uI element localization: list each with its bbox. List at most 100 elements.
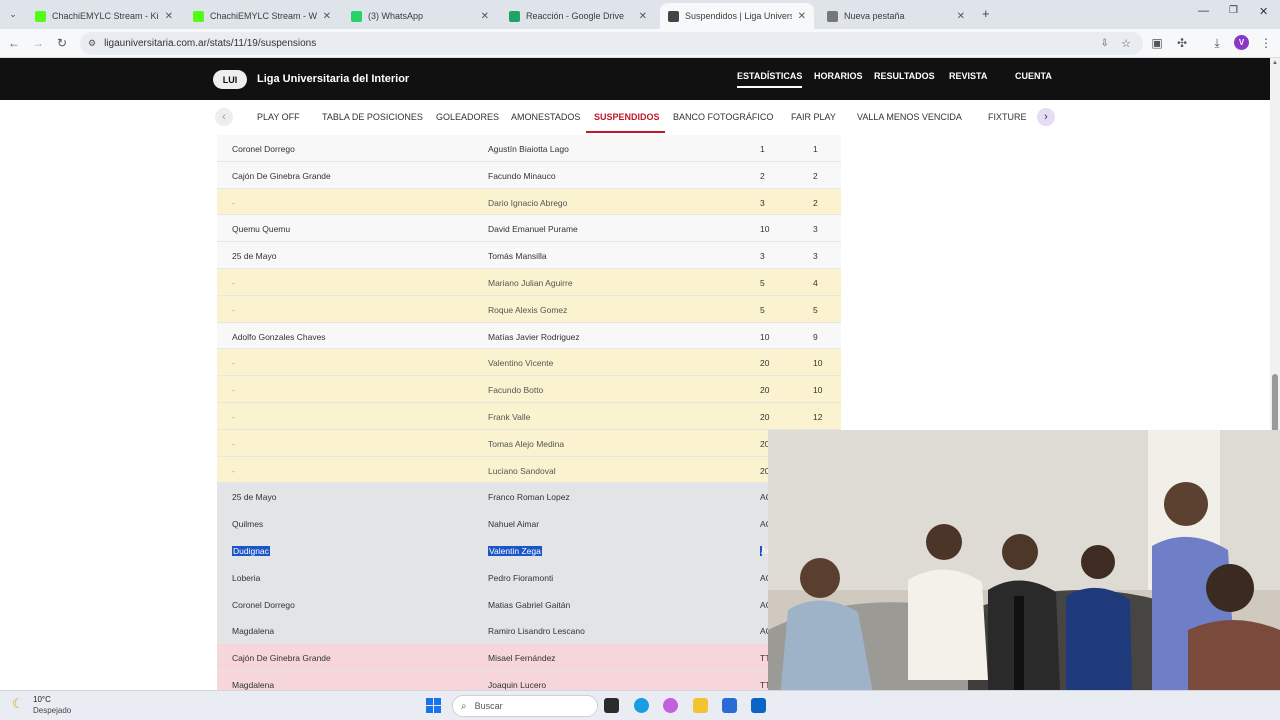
- count-cell: AC: [760, 545, 773, 556]
- maximize-window-icon[interactable]: ❐: [1229, 5, 1238, 16]
- player-cell: Tomás Mansilla: [488, 251, 547, 262]
- player-cell: Misael Fernández: [488, 653, 556, 664]
- table-row: Adolfo Gonzales Chaves Matías Javier Rodr…: [217, 322, 841, 350]
- team-cell: Cajón De Ginebra Grande: [232, 170, 331, 181]
- close-tab-icon[interactable]: ✕: [323, 11, 331, 22]
- browser-tab[interactable]: Nueva pestaña ✕: [819, 3, 973, 29]
- browser-tab[interactable]: ChachiEMYLC Stream - Watch L ✕: [185, 3, 339, 29]
- nav-resultados[interactable]: RESULTADOS: [874, 71, 935, 81]
- player-cell: Matias Gabriel Gaitán: [488, 599, 571, 610]
- subnav-amonestados[interactable]: AMONESTADOS: [511, 112, 580, 122]
- extensions-icon[interactable]: ✣: [1174, 35, 1190, 51]
- forward-arrow-icon[interactable]: →: [30, 35, 46, 51]
- team-cell: Cajón De Ginebra Grande: [232, 653, 331, 664]
- nav-revista[interactable]: REVISTA: [949, 71, 987, 81]
- browser-tab[interactable]: (3) WhatsApp ✕: [343, 3, 497, 29]
- tab-search-icon[interactable]: ⌄: [6, 7, 20, 21]
- weather-temp[interactable]: 10°C: [33, 695, 51, 704]
- browser-tab[interactable]: ChachiEMYLC Stream - Kick Da ✕: [27, 3, 181, 29]
- subnav-play-off[interactable]: PLAY OFF: [257, 112, 300, 122]
- install-app-icon[interactable]: ⇩: [1101, 38, 1109, 49]
- team-cell: Dudignac: [232, 545, 270, 556]
- player-cell: Franco Roman Lopez: [488, 492, 570, 503]
- table-row: Cajón De Ginebra Grande Facundo Minauco 2 2: [217, 161, 841, 189]
- tab-title: Reacción - Google Drive: [526, 11, 625, 21]
- bookmark-star-icon[interactable]: ☆: [1121, 37, 1131, 50]
- team-cell: 25 de Mayo: [232, 492, 277, 503]
- suspensions-table: Coronel Dorrego Agustín Biaiotta Lago 1 1 Ca…: [217, 135, 841, 698]
- start-windows-icon[interactable]: [426, 698, 441, 713]
- player-cell: Valentino Vicente: [488, 358, 554, 369]
- browser-tab[interactable]: Reacción - Google Drive ✕: [501, 3, 655, 29]
- scroll-up-icon[interactable]: ▲: [1272, 60, 1278, 66]
- profile-avatar[interactable]: V: [1234, 35, 1249, 50]
- close-tab-icon[interactable]: ✕: [481, 11, 489, 22]
- back-arrow-icon[interactable]: ←: [6, 35, 22, 51]
- edge-icon[interactable]: [634, 698, 649, 713]
- task-view-icon[interactable]: [604, 698, 619, 713]
- team-cell: -: [232, 358, 235, 369]
- dates-cell: 9: [813, 331, 818, 342]
- dates-cell: 3: [813, 251, 818, 262]
- subnav-tabla-posiciones[interactable]: TABLA DE POSICIONES: [322, 112, 423, 122]
- site-info-icon[interactable]: ⚙: [88, 38, 96, 49]
- nav-estadisticas[interactable]: ESTADÍSTICAS: [737, 71, 803, 88]
- microsoft-store-icon[interactable]: [722, 698, 737, 713]
- player-cell: Dario Ignacio Abrego: [488, 197, 568, 208]
- subnav-prev-arrow-icon[interactable]: ‹: [215, 108, 233, 126]
- new-tab-plus-icon[interactable]: +: [982, 6, 990, 21]
- downloads-icon[interactable]: ⤓: [1209, 35, 1225, 51]
- player-cell: Matías Javier Rodriguez: [488, 331, 580, 342]
- close-tab-icon[interactable]: ✕: [957, 11, 965, 22]
- subnav-fair-play[interactable]: FAIR PLAY: [791, 112, 836, 122]
- browser-tab[interactable]: Suspendidos | Liga Universitaria ✕: [660, 3, 814, 29]
- browser-menu-icon[interactable]: ⋮: [1258, 35, 1274, 51]
- subnav-banco-fotografico[interactable]: BANCO FOTOGRÁFICO: [673, 112, 773, 122]
- address-bar[interactable]: ⚙ ligauniversitaria.com.ar/stats/11/19/s…: [80, 32, 1143, 55]
- reading-list-icon[interactable]: ▣: [1149, 35, 1165, 51]
- table-row: - Dario Ignacio Abrego 3 2: [217, 188, 841, 216]
- close-tab-icon[interactable]: ✕: [165, 11, 173, 22]
- browser-tab-strip: ⌄ ChachiEMYLC Stream - Kick Da✕ChachiEMY…: [0, 0, 1280, 29]
- team-cell: -: [232, 385, 235, 396]
- close-window-icon[interactable]: ✕: [1259, 5, 1268, 18]
- team-cell: Magdalena: [232, 626, 275, 637]
- subnav-fixture[interactable]: FIXTURE: [988, 112, 1027, 122]
- tab-title: (3) WhatsApp: [368, 11, 424, 21]
- site-name[interactable]: Liga Universitaria del Interior: [257, 73, 409, 85]
- nav-cuenta[interactable]: CUENTA: [1015, 71, 1052, 81]
- table-row: - Valentino Vicente 20 10: [217, 349, 841, 377]
- address-url: ligauniversitaria.com.ar/stats/11/19/sus…: [104, 38, 317, 49]
- stats-subnav: ‹ PLAY OFF TABLA DE POSICIONES GOLEADORE…: [0, 100, 1270, 134]
- taskbar-search[interactable]: ⌕ Buscar: [452, 695, 598, 717]
- nav-horarios[interactable]: HORARIOS: [814, 71, 863, 81]
- table-row: - Luciano Sandoval 20: [217, 456, 841, 484]
- weather-desc[interactable]: Despejado: [33, 706, 71, 715]
- subnav-valla-menos-vencida[interactable]: VALLA MENOS VENCIDA: [857, 112, 962, 122]
- outlook-icon[interactable]: [751, 698, 766, 713]
- team-cell: -: [232, 277, 235, 288]
- reload-icon[interactable]: ↻: [54, 35, 70, 51]
- subnav-goleadores[interactable]: GOLEADORES: [436, 112, 499, 122]
- site-logo[interactable]: LUI: [213, 70, 247, 89]
- chrome-icon: [827, 10, 838, 22]
- close-tab-icon[interactable]: ✕: [798, 11, 806, 22]
- subnav-suspendidos[interactable]: SUSPENDIDOS: [594, 112, 660, 122]
- subnav-next-arrow-icon[interactable]: ›: [1037, 108, 1055, 126]
- tab-title: ChachiEMYLC Stream - Kick Da: [52, 11, 159, 21]
- table-row: Dudignac Valentin Zega AC: [217, 536, 841, 564]
- dates-cell: 1: [813, 144, 818, 154]
- dates-cell: 10: [813, 385, 823, 396]
- weather-moon-icon: ☾: [12, 696, 24, 711]
- team-cell: Loberia: [232, 572, 261, 583]
- kick-icon: [193, 10, 204, 22]
- table-row: Coronel Dorrego Matias Gabriel Gaitán AC: [217, 590, 841, 618]
- player-cell: Nahuel Aimar: [488, 519, 540, 530]
- file-explorer-icon[interactable]: [693, 698, 708, 713]
- copilot-icon[interactable]: [663, 698, 678, 713]
- close-tab-icon[interactable]: ✕: [639, 11, 647, 22]
- team-cell: Quemu Quemu: [232, 224, 291, 235]
- minimize-window-icon[interactable]: —: [1198, 5, 1209, 17]
- player-cell: Mariano Julian Aguirre: [488, 277, 573, 288]
- team-cell: -: [232, 465, 235, 476]
